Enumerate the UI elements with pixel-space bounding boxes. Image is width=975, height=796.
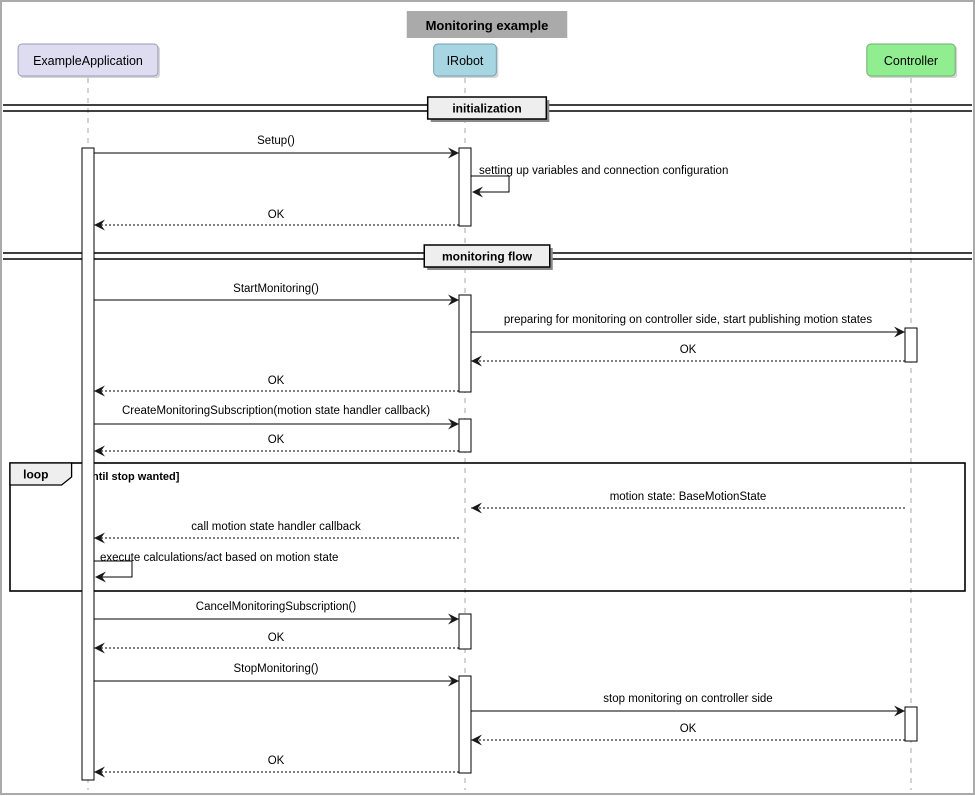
activation-bar-irobot-1 xyxy=(458,147,472,227)
message-label-m16: stop monitoring on controller side xyxy=(603,693,772,705)
participant-label-controller: Controller xyxy=(884,54,938,68)
fragment-type-label: loop xyxy=(23,468,48,482)
message-label-m17: OK xyxy=(680,723,697,735)
message-label-m6: OK xyxy=(680,344,697,356)
message-label-m9: OK xyxy=(268,434,285,446)
diagram-title: Monitoring example xyxy=(426,18,549,33)
message-label-m4: StartMonitoring() xyxy=(233,283,319,295)
activation-bar-irobot-2 xyxy=(458,294,472,393)
message-label-m10: motion state: BaseMotionState xyxy=(610,491,767,503)
sequence-diagram-canvas: Monitoring example ExampleApplication IRob… xyxy=(0,0,975,795)
participant-label-irobot: IRobot xyxy=(447,54,484,68)
activation-bar-irobot-4 xyxy=(458,418,472,453)
message-label-m13: CancelMonitoringSubscription() xyxy=(196,601,357,613)
fragment-guard-label: [until stop wanted] xyxy=(82,471,180,483)
message-label-m12: execute calculations/act based on motion… xyxy=(100,552,338,564)
message-label-m1: Setup() xyxy=(257,135,295,147)
activation-bar-app-0 xyxy=(81,147,95,781)
activation-bar-irobot-5 xyxy=(458,613,472,650)
message-label-m11: call motion state handler callback xyxy=(191,521,361,533)
message-label-m14: OK xyxy=(268,632,285,644)
message-label-m7: OK xyxy=(268,375,285,387)
divider-label-1: monitoring flow xyxy=(442,250,533,264)
message-label-m15: StopMonitoring() xyxy=(233,663,318,675)
message-label-m5: preparing for monitoring on controller s… xyxy=(504,314,872,326)
sequence-diagram-svg: Monitoring example ExampleApplication IRob… xyxy=(0,0,975,795)
message-label-m18: OK xyxy=(268,755,285,767)
activation-bar-controller-7 xyxy=(904,706,918,742)
activation-bar-irobot-6 xyxy=(458,675,472,774)
message-label-m2: setting up variables and connection conf… xyxy=(479,165,728,177)
message-label-m8: CreateMonitoringSubscription(motion stat… xyxy=(122,405,430,417)
activation-bar-controller-3 xyxy=(904,327,918,363)
divider-label-0: initialization xyxy=(452,102,521,116)
message-label-m3: OK xyxy=(268,209,285,221)
participant-label-app: ExampleApplication xyxy=(33,54,143,68)
